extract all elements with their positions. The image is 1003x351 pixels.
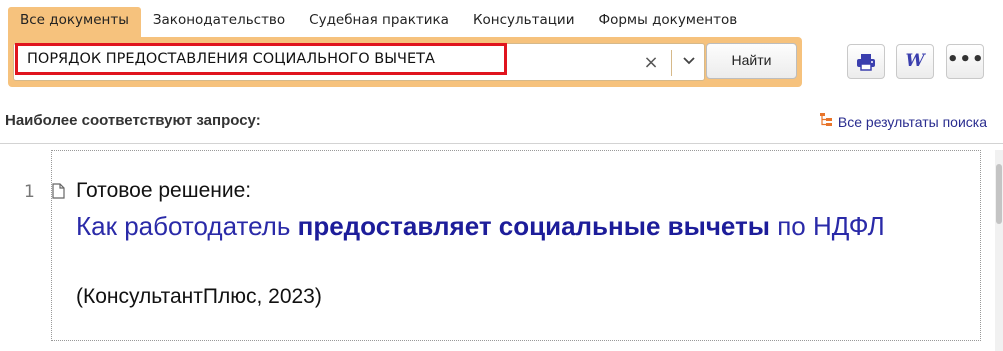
clear-icon[interactable]: × bbox=[640, 53, 662, 75]
tree-icon bbox=[819, 113, 832, 130]
result-title-part: Как работодатель bbox=[76, 211, 298, 241]
more-icon: ••• bbox=[947, 49, 985, 70]
word-icon: W bbox=[905, 51, 925, 71]
divider bbox=[0, 143, 1003, 144]
result-title-link[interactable]: Как работодатель предоставляет социальны… bbox=[76, 208, 956, 244]
search-input[interactable]: ПОРЯДОК ПРЕДОСТАВЛЕНИЯ СОЦИАЛЬНОГО ВЫЧЕТ… bbox=[15, 43, 507, 75]
tab-all-documents[interactable]: Все документы bbox=[8, 7, 141, 37]
tab-legislation[interactable]: Законодательство bbox=[141, 7, 297, 37]
all-results-label: Все результаты поиска bbox=[837, 113, 987, 130]
more-button[interactable]: ••• bbox=[946, 44, 984, 79]
result-source: (КонсультантПлюс, 2023) bbox=[76, 285, 322, 308]
result-number: 1 bbox=[24, 182, 35, 202]
print-button[interactable] bbox=[847, 44, 885, 79]
results-heading: Наиболее соответствуют запросу: bbox=[5, 112, 261, 129]
all-results-link[interactable]: Все результаты поиска bbox=[819, 113, 987, 130]
search-bar: × ПОРЯДОК ПРЕДОСТАВЛЕНИЯ СОЦИАЛЬНОГО ВЫЧ… bbox=[8, 37, 802, 87]
result-kind: Готовое решение: bbox=[76, 179, 252, 202]
export-word-button[interactable]: W bbox=[896, 44, 934, 79]
chevron-down-icon[interactable] bbox=[671, 50, 705, 76]
category-tabs: Все документы Законодательство Судебная … bbox=[8, 7, 749, 37]
result-title-part: по НДФЛ bbox=[769, 211, 885, 241]
printer-icon bbox=[856, 54, 876, 75]
tab-court-practice[interactable]: Судебная практика bbox=[297, 7, 461, 37]
tab-document-forms[interactable]: Формы документов bbox=[586, 7, 749, 37]
document-icon bbox=[52, 183, 65, 203]
result-title-match: предоставляет социальные вычеты bbox=[297, 211, 770, 241]
find-button[interactable]: Найти bbox=[706, 43, 797, 79]
scrollbar-thumb[interactable] bbox=[996, 164, 1002, 224]
tab-consultations[interactable]: Консультации bbox=[461, 7, 587, 37]
scrollbar[interactable] bbox=[995, 150, 1003, 351]
